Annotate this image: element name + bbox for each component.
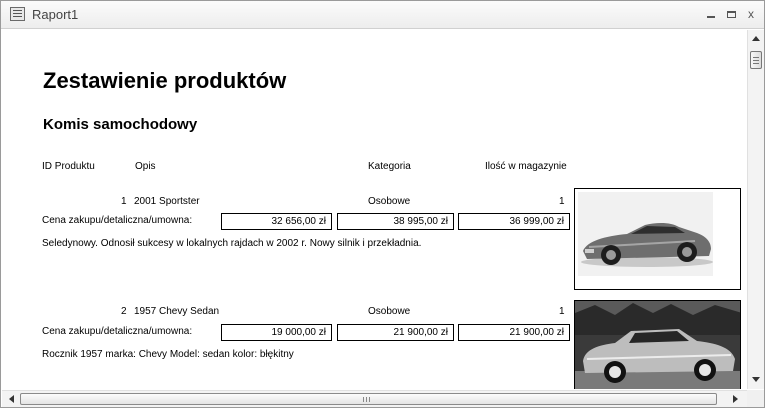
horizontal-scroll-thumb[interactable] bbox=[20, 393, 717, 405]
record-kategoria: Osobowe bbox=[368, 306, 411, 317]
scroll-right-icon[interactable] bbox=[733, 395, 738, 403]
report-page: Zestawienie produktów Komis samochodowy … bbox=[2, 30, 746, 389]
title-bar[interactable]: Raport1 x bbox=[1, 1, 764, 29]
grip-icon bbox=[363, 397, 364, 402]
scroll-left-icon[interactable] bbox=[9, 395, 14, 403]
record-description: Rocznik 1957 marka: Chevy Model: sedan k… bbox=[42, 349, 294, 360]
record-id: 1 bbox=[121, 196, 127, 207]
minimize-icon bbox=[707, 16, 715, 18]
close-button[interactable]: x bbox=[742, 5, 760, 23]
price-label: Cena zakupu/detaliczna/umowna: bbox=[42, 215, 193, 226]
report-window: Raport1 x Zestawienie produktów Komis sa… bbox=[0, 0, 765, 408]
vertical-scroll-thumb[interactable] bbox=[750, 51, 762, 69]
minimize-button[interactable] bbox=[702, 5, 720, 23]
vertical-scrollbar[interactable] bbox=[747, 30, 764, 389]
column-header-ilosc: Ilość w magazynie bbox=[485, 161, 567, 172]
price-zakupu: 19 000,00 zł bbox=[221, 324, 332, 341]
price-detaliczna: 38 995,00 zł bbox=[337, 213, 454, 230]
maximize-button[interactable] bbox=[722, 5, 740, 23]
price-detaliczna: 21 900,00 zł bbox=[337, 324, 454, 341]
product-photo-frame bbox=[574, 188, 741, 290]
price-zakupu: 32 656,00 zł bbox=[221, 213, 332, 230]
price-label: Cena zakupu/detaliczna/umowna: bbox=[42, 326, 193, 337]
record-opis: 2001 Sportster bbox=[134, 196, 200, 207]
scroll-up-icon[interactable] bbox=[752, 36, 760, 41]
column-header-kategoria: Kategoria bbox=[368, 161, 411, 172]
report-title: Zestawienie produktów bbox=[43, 68, 287, 93]
record-kategoria: Osobowe bbox=[368, 196, 411, 207]
record-description: Seledynowy. Odnosił sukcesy w lokalnych … bbox=[42, 238, 422, 249]
product-photo-frame bbox=[574, 300, 741, 389]
record-id: 2 bbox=[121, 306, 127, 317]
report-icon bbox=[10, 7, 25, 21]
report-subtitle: Komis samochodowy bbox=[43, 116, 198, 133]
record-ilosc: 1 bbox=[559, 196, 565, 207]
column-header-id: ID Produktu bbox=[42, 161, 95, 172]
close-icon: x bbox=[748, 7, 754, 21]
maximize-icon bbox=[726, 11, 736, 18]
size-grip bbox=[747, 390, 764, 407]
sports-car-image bbox=[575, 189, 740, 289]
classic-sedan-image bbox=[575, 301, 740, 389]
scroll-down-icon[interactable] bbox=[752, 377, 760, 382]
horizontal-scrollbar[interactable] bbox=[2, 390, 764, 407]
price-umowna: 36 999,00 zł bbox=[458, 213, 570, 230]
record-ilosc: 1 bbox=[559, 306, 565, 317]
column-header-opis: Opis bbox=[135, 161, 156, 172]
window-title: Raport1 bbox=[32, 7, 79, 22]
price-umowna: 21 900,00 zł bbox=[458, 324, 570, 341]
record-opis: 1957 Chevy Sedan bbox=[134, 306, 220, 317]
